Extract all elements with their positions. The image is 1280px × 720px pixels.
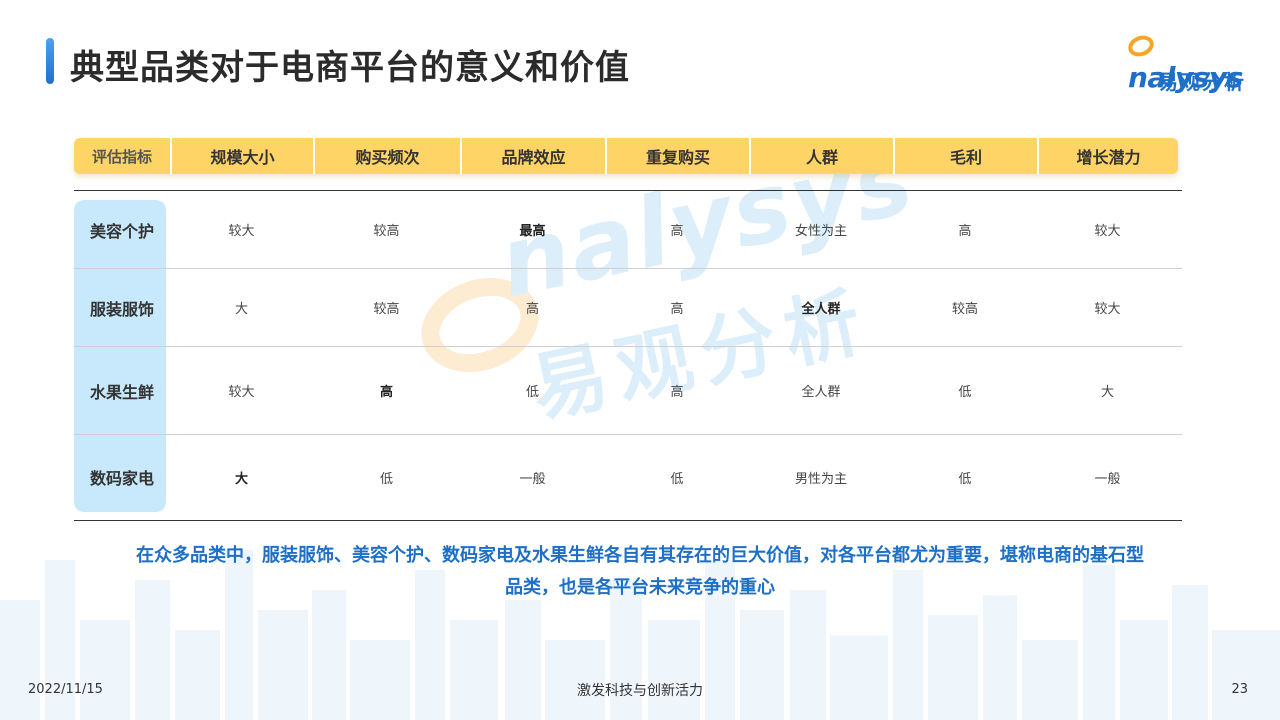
header-cell: 重复购买: [605, 138, 749, 174]
table-cell: 较高: [373, 224, 400, 239]
table-row: 服装服饰 大 较高 高 高 全人群 较高 较大: [74, 269, 1182, 347]
table-cell: 女性为主: [794, 224, 847, 239]
table-row: 数码家电 大 低 一般 低 男性为主 低 一般: [74, 435, 1182, 519]
table-cell: 低: [958, 385, 972, 400]
row-label: 数码家电: [89, 469, 154, 488]
table-cell: 最高: [519, 224, 546, 239]
table-cell: 较大: [1094, 224, 1121, 239]
row-label: 水果生鲜: [89, 382, 154, 402]
table-body: 美容个护 较大 较高 最高 高 女性为主 高 较大 服装服饰 大 较高 高 高 …: [74, 191, 1182, 519]
table-cell: 低: [379, 471, 393, 487]
header-cell: 增长潜力: [1037, 138, 1178, 174]
table-row: 美容个护 较大 较高 最高 高 女性为主 高 较大: [74, 191, 1182, 269]
summary-text: 在众多品类中，服装服饰、美容个护、数码家电及水果生鲜各自有其存在的巨大价值，对各…: [90, 540, 1190, 604]
logo-chinese: 易观分析: [1158, 70, 1246, 94]
table-cell: 大: [234, 302, 248, 317]
table-cell: 高: [958, 224, 972, 239]
table-bottom-rule: [74, 520, 1182, 521]
table-cell: 较大: [228, 385, 255, 400]
logo-ring-icon: [1125, 32, 1157, 60]
header-cell: 规模大小: [170, 138, 313, 174]
header-cell: 毛利: [893, 138, 1037, 174]
summary-line-2: 品类，也是各平台未来竞争的重心: [505, 577, 775, 598]
row-label: 服装服饰: [89, 299, 154, 319]
title-accent-bar: [46, 38, 54, 84]
table-row: 水果生鲜 较大 高 低 高 全人群 低 大: [74, 347, 1182, 435]
table-cell: 全人群: [801, 385, 841, 400]
table-cell: 低: [670, 471, 684, 487]
summary-line-1: 在众多品类中，服装服饰、美容个护、数码家电及水果生鲜各自有其存在的巨大价值，对各…: [136, 545, 1144, 566]
table-cell: 较大: [1094, 302, 1121, 317]
table-cell: 高: [670, 302, 684, 317]
row-label: 美容个护: [89, 221, 154, 241]
header-cell: 评估指标: [91, 147, 152, 166]
table-cell: 一般: [1094, 471, 1121, 487]
page-title: 典型品类对于电商平台的意义和价值: [70, 48, 630, 88]
table-cell: 全人群: [801, 302, 841, 317]
table-cell: 较高: [951, 302, 978, 317]
table-cell: 高: [525, 302, 539, 317]
table-cell: 高: [379, 385, 393, 400]
table-cell: 较高: [373, 302, 400, 317]
table-header: 评估指标 规模大小 购买频次 品牌效应 重复购买 人群 毛利 增长潜力: [74, 138, 1178, 174]
header-cell: 购买频次: [313, 138, 460, 174]
table-cell: 男性为主: [794, 471, 847, 487]
header-cell: 人群: [749, 138, 893, 174]
table-cell: 大: [1100, 385, 1114, 400]
analysys-logo: nalysys 易观分析: [1125, 28, 1258, 94]
table-cell: 低: [958, 471, 972, 487]
table-cell: 高: [670, 224, 684, 239]
page-number: 23: [1231, 682, 1248, 697]
table-cell: 较大: [228, 224, 255, 239]
table-cell: 大: [234, 471, 248, 487]
table-cell: 一般: [519, 471, 546, 487]
table-cell: 高: [670, 385, 684, 400]
header-cell: 品牌效应: [460, 138, 605, 174]
footer-slogan: 激发科技与创新活力: [577, 683, 703, 699]
table-cell: 低: [525, 385, 539, 400]
